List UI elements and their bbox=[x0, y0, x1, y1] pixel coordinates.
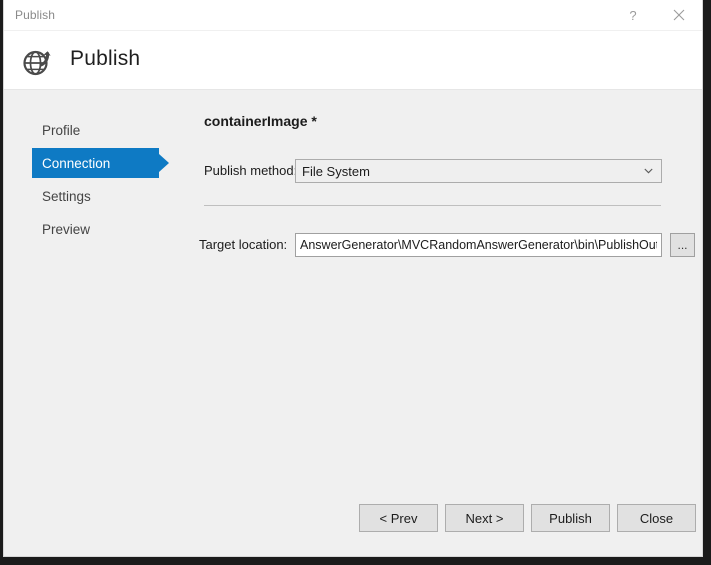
screen: Publish ? bbox=[0, 0, 711, 565]
sidebar-item-label: Preview bbox=[42, 222, 90, 237]
sidebar-item-label: Profile bbox=[42, 123, 80, 138]
publish-method-row: Publish method: File System bbox=[194, 159, 702, 183]
help-button[interactable]: ? bbox=[610, 0, 656, 30]
next-button[interactable]: Next > bbox=[445, 504, 524, 532]
publish-method-value: File System bbox=[296, 164, 370, 179]
dialog-footer: < Prev Next > Publish Close bbox=[4, 496, 702, 556]
main-content: containerImage * Publish method: File Sy… bbox=[194, 91, 702, 496]
window-controls: ? bbox=[610, 0, 702, 30]
section-divider bbox=[204, 205, 661, 206]
section-title-text: containerImage bbox=[204, 113, 307, 129]
question-mark-icon: ? bbox=[629, 8, 636, 23]
title-bar: Publish ? bbox=[4, 0, 702, 30]
sidebar-item-label: Connection bbox=[42, 156, 110, 171]
target-location-input[interactable] bbox=[295, 233, 662, 257]
page-title: Publish bbox=[70, 47, 140, 71]
chevron-down-icon bbox=[644, 168, 653, 174]
publish-button[interactable]: Publish bbox=[531, 504, 610, 532]
prev-button[interactable]: < Prev bbox=[359, 504, 438, 532]
sidebar: Profile Connection Settings Preview bbox=[4, 91, 194, 556]
publish-method-select[interactable]: File System bbox=[295, 159, 662, 183]
sidebar-item-preview[interactable]: Preview bbox=[32, 214, 159, 244]
section-title: containerImage * bbox=[204, 113, 317, 129]
close-button[interactable]: Close bbox=[617, 504, 696, 532]
browse-button[interactable]: ... bbox=[670, 233, 695, 257]
globe-publish-icon bbox=[20, 44, 56, 80]
dialog-header: Publish bbox=[4, 31, 702, 90]
publish-method-label: Publish method: bbox=[204, 163, 297, 178]
sidebar-item-connection[interactable]: Connection bbox=[32, 148, 159, 178]
close-icon bbox=[673, 9, 685, 21]
window-title: Publish bbox=[15, 8, 55, 22]
required-marker: * bbox=[311, 113, 316, 129]
sidebar-item-label: Settings bbox=[42, 189, 91, 204]
sidebar-item-profile[interactable]: Profile bbox=[32, 115, 159, 145]
target-location-label: Target location: bbox=[199, 237, 287, 252]
sidebar-item-settings[interactable]: Settings bbox=[32, 181, 159, 211]
target-location-row: Target location: ... bbox=[194, 233, 702, 257]
publish-dialog: Publish ? bbox=[3, 0, 703, 557]
close-window-button[interactable] bbox=[656, 0, 702, 30]
